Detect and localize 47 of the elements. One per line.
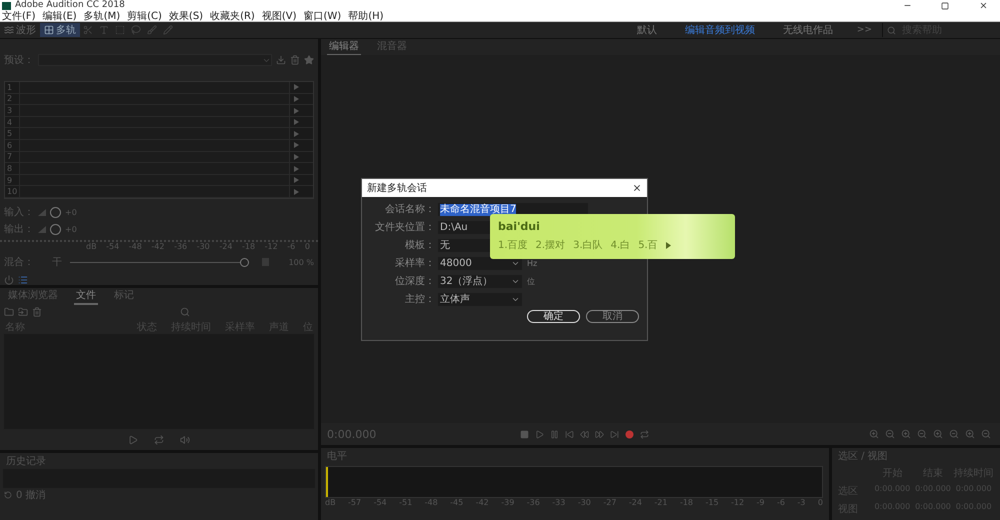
dialog-button[interactable]: 确定 <box>527 310 580 323</box>
slot-number: 9 <box>6 176 14 185</box>
workspace-tab[interactable]: 编辑音频到视频 <box>670 22 769 38</box>
dropdown[interactable]: 48000 <box>438 257 522 270</box>
unit-label: 位 <box>527 276 535 287</box>
window-title: Adobe Audition CC 2018 <box>15 0 126 10</box>
panel-tab[interactable]: 文件 <box>74 288 98 305</box>
ime-composition: bai'dui <box>498 220 541 233</box>
ime-candidate[interactable]: 5.百 <box>638 238 658 252</box>
slot-number: 2 <box>6 94 14 104</box>
menu-item[interactable]: 效果(S) <box>168 10 204 22</box>
field-label: 主控： <box>404 293 436 306</box>
slot-number: 6 <box>6 140 14 150</box>
slot-number: 4 <box>6 118 14 127</box>
slot-number: 8 <box>6 164 14 174</box>
dialog-button[interactable]: 取消 <box>586 310 639 323</box>
menu-item[interactable]: 帮助(H) <box>348 10 384 22</box>
ime-candidate[interactable]: 3.白队 <box>573 238 603 252</box>
field-label: 文件夹位置： <box>374 221 436 234</box>
slot-number: 3 <box>6 106 14 116</box>
menu-item[interactable]: 文件(F) <box>2 10 36 22</box>
unit-label: Hz <box>527 259 538 268</box>
slot-number: 5 <box>6 129 14 138</box>
field-label: 会话名称： <box>384 203 436 216</box>
menu-item[interactable]: 视图(V) <box>262 10 296 22</box>
slot-number: 1 <box>6 82 14 92</box>
dropdown[interactable]: 32（浮点） <box>438 275 522 288</box>
input-field[interactable]: 未命名混音项目7 <box>438 203 588 216</box>
field-label: 采样率： <box>394 257 436 270</box>
more-workspaces[interactable]: >> <box>846 25 882 35</box>
menu-item[interactable]: 多轨(M) <box>84 10 120 22</box>
menu-item[interactable]: 剪辑(C) <box>127 10 162 22</box>
menu-item[interactable]: 编辑(E) <box>42 10 77 22</box>
menu-item[interactable]: 窗口(W) <box>304 10 342 22</box>
dialog-title: 新建多轨会话 <box>367 182 427 195</box>
workspace-tab[interactable]: 无线电作品 <box>768 22 847 38</box>
ime-candidate[interactable]: 4.白 <box>610 238 630 252</box>
mode-tab[interactable]: 多轨 <box>40 23 80 37</box>
workspace-tab[interactable]: 默认 <box>622 22 671 38</box>
mode-tab[interactable]: 波形 <box>0 23 40 37</box>
menu-item[interactable]: 收藏夹(R) <box>210 10 255 22</box>
field-label: 模板： <box>404 239 436 252</box>
ime-candidate[interactable]: 2.摆对 <box>536 238 566 252</box>
slot-number: 7 <box>6 152 14 162</box>
slot-number: 10 <box>6 187 18 196</box>
dropdown[interactable]: 立体声 <box>438 293 522 306</box>
field-label: 位深度： <box>394 275 436 288</box>
